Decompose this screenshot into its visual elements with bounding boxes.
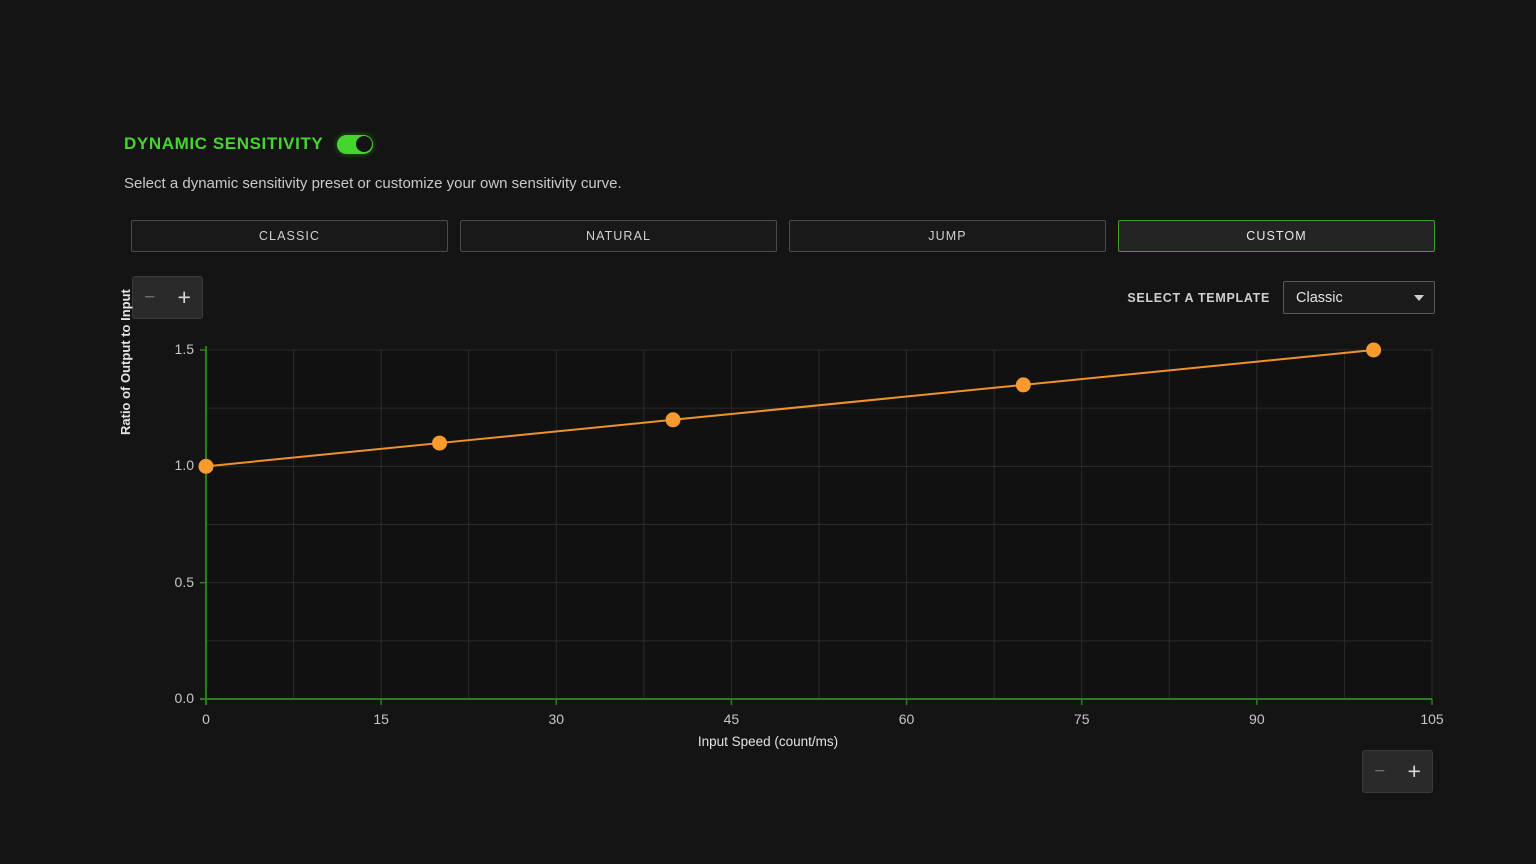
increase-button[interactable]: + <box>1407 760 1420 783</box>
curve-point[interactable] <box>199 459 214 474</box>
x-axis-tick-label: 105 <box>1402 711 1462 727</box>
x-axis-tick-label: 30 <box>526 711 586 727</box>
dynamic-sensitivity-page: DYNAMIC SENSITIVITY Select a dynamic sen… <box>0 0 1536 864</box>
curve-point[interactable] <box>1016 377 1031 392</box>
y-axis-tick-label: 1.5 <box>144 341 194 357</box>
x-axis-tick-label: 60 <box>877 711 937 727</box>
x-axis-tick-label: 15 <box>351 711 411 727</box>
x-axis-title: Input Speed (count/ms) <box>0 734 1536 749</box>
x-axis-tick-label: 90 <box>1227 711 1287 727</box>
curve-point[interactable] <box>1366 343 1381 358</box>
curve-point[interactable] <box>666 412 681 427</box>
y-axis-tick-label: 0.5 <box>144 574 194 590</box>
x-axis-tick-label: 45 <box>701 711 761 727</box>
point-count-stepper-bottom[interactable]: − + <box>1362 750 1433 793</box>
x-axis-tick-label: 75 <box>1052 711 1112 727</box>
y-axis-tick-label: 1.0 <box>144 457 194 473</box>
decrease-button[interactable]: − <box>1374 762 1385 781</box>
x-axis-tick-label: 0 <box>176 711 236 727</box>
y-axis-tick-label: 0.0 <box>144 690 194 706</box>
sensitivity-curve-chart[interactable]: Ratio of Output to Input Input Speed (co… <box>0 0 1536 864</box>
y-axis-title: Ratio of Output to Input <box>118 289 133 435</box>
curve-point[interactable] <box>432 436 447 451</box>
